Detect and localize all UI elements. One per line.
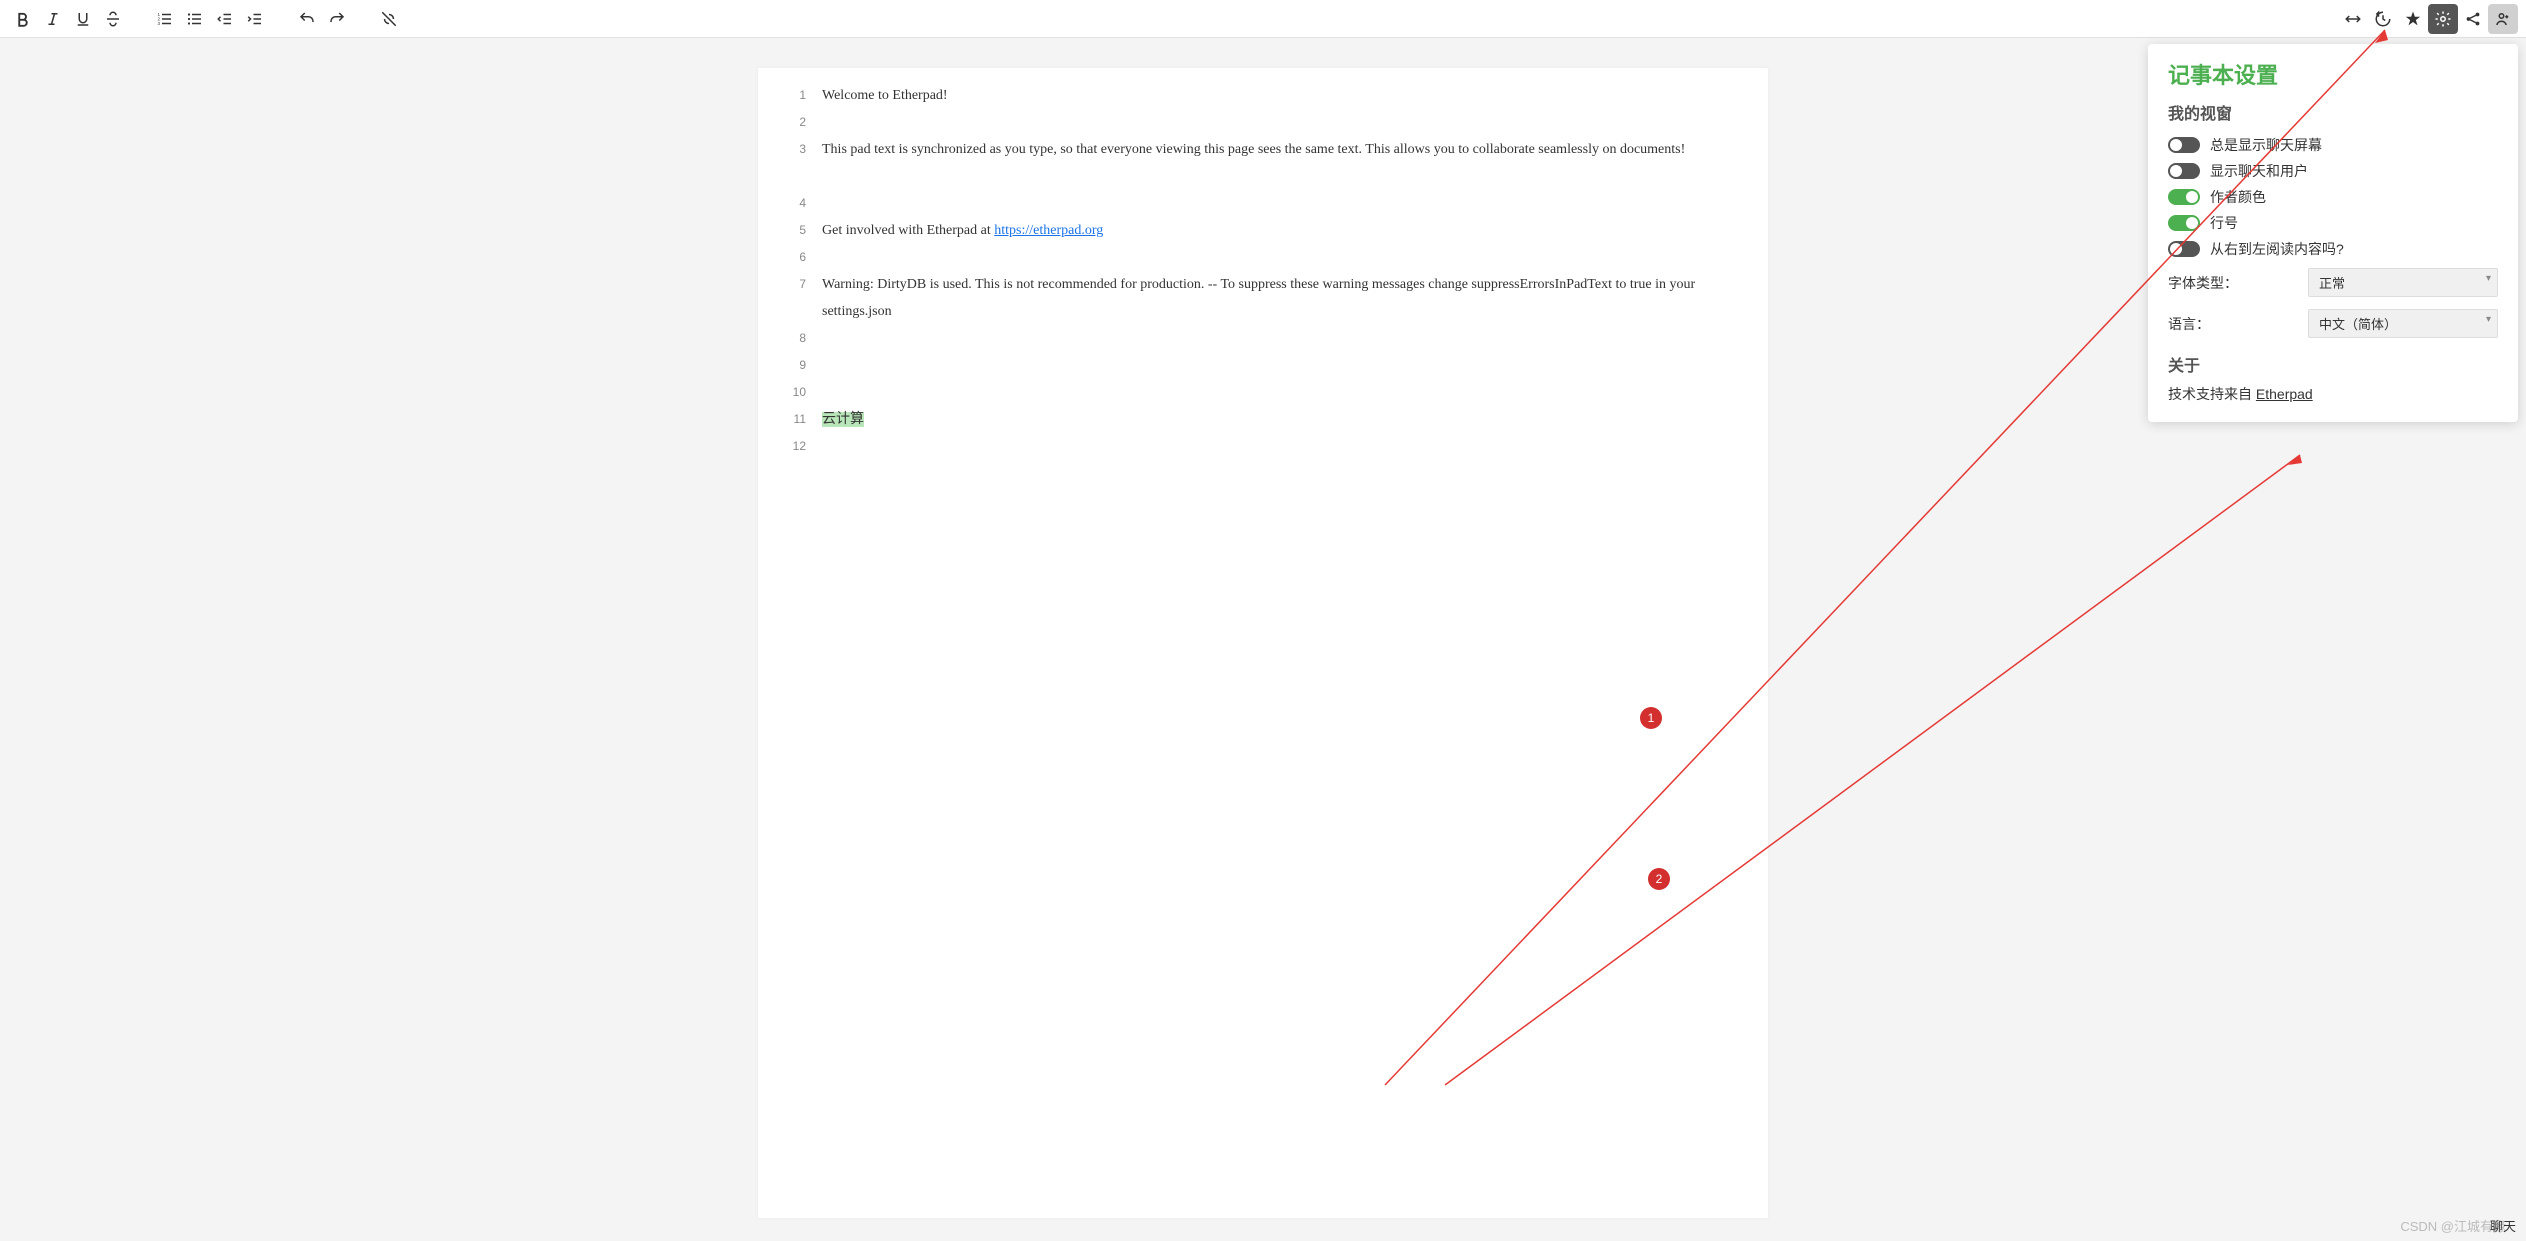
line-number: 7 xyxy=(758,271,806,298)
toggle-rtl[interactable] xyxy=(2168,241,2200,257)
italic-button[interactable] xyxy=(38,4,68,34)
bullet-list-button[interactable] xyxy=(180,4,210,34)
line-number: 1 xyxy=(758,82,806,109)
toggle-label: 从右到左阅读内容吗? xyxy=(2210,239,2344,259)
about-heading: 关于 xyxy=(2168,352,2498,376)
toolbar-left: 123 xyxy=(8,4,426,34)
settings-title: 记事本设置 xyxy=(2168,58,2498,90)
clear-format-button[interactable] xyxy=(374,4,404,34)
toggle-chat-always[interactable] xyxy=(2168,137,2200,153)
outdent-button[interactable] xyxy=(210,4,240,34)
share-button[interactable] xyxy=(2458,4,2488,34)
underline-button[interactable] xyxy=(68,4,98,34)
toolbar-right xyxy=(2338,4,2518,34)
editor-content[interactable]: Welcome to Etherpad! This pad text is sy… xyxy=(818,68,1768,1218)
line-number xyxy=(758,298,806,325)
line-number: 9 xyxy=(758,352,806,379)
line-number: 2 xyxy=(758,109,806,136)
text-line: Welcome to Etherpad! xyxy=(822,82,1738,109)
language-label: 语言： xyxy=(2168,314,2210,334)
line-gutter: 1 2 3 4 5 6 7 8 9 10 11 12 xyxy=(758,68,818,1218)
line-number: 10 xyxy=(758,379,806,406)
toggle-chat-users[interactable] xyxy=(2168,163,2200,179)
text-line: This pad text is synchronized as you typ… xyxy=(822,136,1738,190)
line-number: 11 xyxy=(758,406,806,433)
annotation-badge-1: 1 xyxy=(1640,707,1662,729)
star-button[interactable] xyxy=(2398,4,2428,34)
about-text: 技术支持来自 Etherpad xyxy=(2168,384,2498,404)
settings-section-view: 我的视窗 xyxy=(2168,100,2498,124)
toggle-label: 作者颜色 xyxy=(2210,187,2266,207)
toggle-label: 行号 xyxy=(2210,213,2238,233)
chat-label[interactable]: 聊天 xyxy=(2490,1216,2516,1235)
line-number: 4 xyxy=(758,190,806,217)
text-line: Warning: DirtyDB is used. This is not re… xyxy=(822,271,1738,325)
toggle-author-colors[interactable] xyxy=(2168,189,2200,205)
line-number: 8 xyxy=(758,325,806,352)
about-etherpad-link[interactable]: Etherpad xyxy=(2256,386,2313,402)
line-number: 3 xyxy=(758,136,806,163)
indent-button[interactable] xyxy=(240,4,270,34)
language-select[interactable]: 中文（简体） xyxy=(2308,309,2498,338)
users-button[interactable] xyxy=(2488,4,2518,34)
line-number: 12 xyxy=(758,433,806,460)
toggle-label: 显示聊天和用户 xyxy=(2210,161,2308,181)
bold-button[interactable] xyxy=(8,4,38,34)
highlighted-text: 云计算 xyxy=(822,412,864,427)
editor-pad[interactable]: 1 2 3 4 5 6 7 8 9 10 11 12 Welcome to Et… xyxy=(758,68,1768,1218)
settings-button[interactable] xyxy=(2428,4,2458,34)
toggle-label: 总是显示聊天屏幕 xyxy=(2210,135,2322,155)
strike-button[interactable] xyxy=(98,4,128,34)
etherpad-link[interactable]: https://etherpad.org xyxy=(994,223,1103,238)
import-export-button[interactable] xyxy=(2338,4,2368,34)
line-number: 5 xyxy=(758,217,806,244)
font-type-label: 字体类型： xyxy=(2168,273,2238,293)
text-line: Get involved with Etherpad at https://et… xyxy=(822,217,1738,244)
redo-button[interactable] xyxy=(322,4,352,34)
settings-panel: 记事本设置 我的视窗 总是显示聊天屏幕 显示聊天和用户 作者颜色 行号 从右到左… xyxy=(2148,44,2518,422)
font-type-select[interactable]: 正常 xyxy=(2308,268,2498,297)
line-number: 6 xyxy=(758,244,806,271)
ordered-list-button[interactable]: 123 xyxy=(150,4,180,34)
svg-text:3: 3 xyxy=(158,21,161,26)
undo-button[interactable] xyxy=(292,4,322,34)
timeslider-button[interactable] xyxy=(2368,4,2398,34)
line-number xyxy=(758,163,806,190)
annotation-badge-2: 2 xyxy=(1648,868,1670,890)
toggle-line-numbers[interactable] xyxy=(2168,215,2200,231)
toolbar: 123 xyxy=(0,0,2526,38)
